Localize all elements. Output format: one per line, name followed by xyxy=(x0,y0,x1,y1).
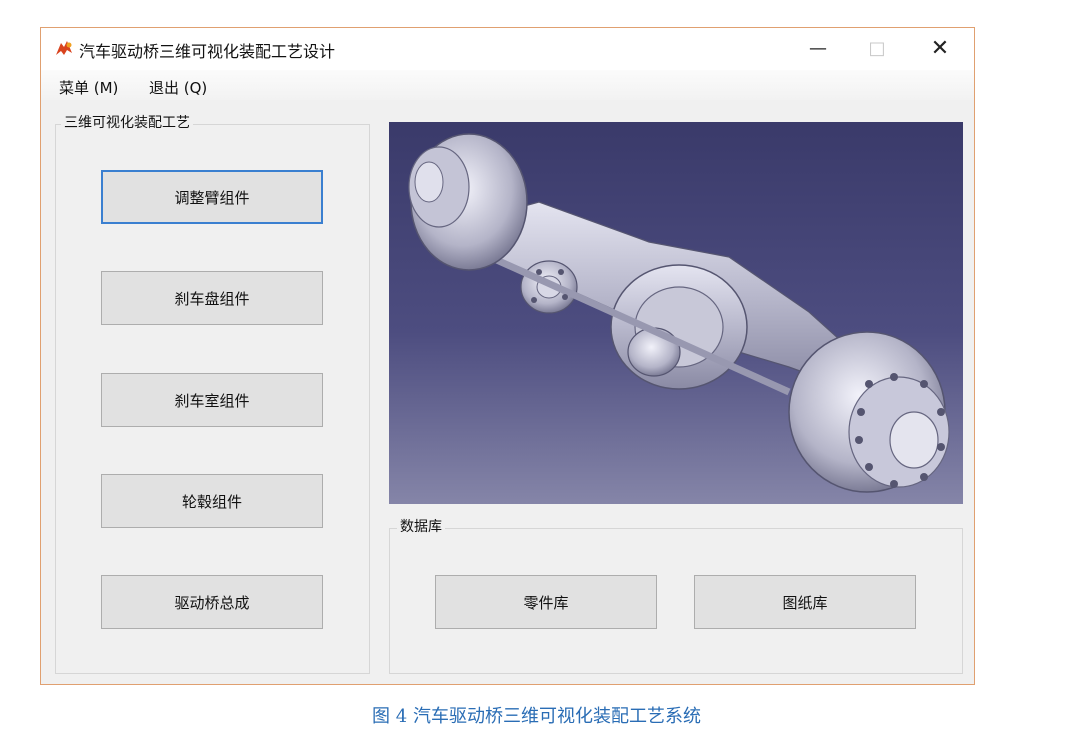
app-logo-icon xyxy=(56,41,72,55)
close-icon: ✕ xyxy=(930,35,950,61)
window-title: 汽车驱动桥三维可视化装配工艺设计 xyxy=(79,42,336,61)
minimize-icon: — xyxy=(809,37,827,59)
maximize-icon: □ xyxy=(868,37,886,59)
minimize-button[interactable]: — xyxy=(795,28,841,68)
maximize-button[interactable]: □ xyxy=(854,28,900,68)
database-group-title: 数据库 xyxy=(397,516,445,536)
brake-chamber-assembly-button[interactable]: 刹车室组件 xyxy=(101,373,323,427)
drive-axle-assembly-button[interactable]: 驱动桥总成 xyxy=(101,575,323,629)
menu-item-menu[interactable]: 菜单 (M) xyxy=(59,77,118,98)
wheel-hub-assembly-button[interactable]: 轮毂组件 xyxy=(101,474,323,528)
brake-disc-assembly-button[interactable]: 刹车盘组件 xyxy=(101,271,323,325)
menu-bar: 菜单 (M) 退出 (Q) xyxy=(41,70,974,100)
app-window: 汽车驱动桥三维可视化装配工艺设计 — □ ✕ 菜单 (M) 退出 (Q) 三维可… xyxy=(40,27,975,685)
title-bar[interactable]: 汽车驱动桥三维可视化装配工艺设计 — □ ✕ xyxy=(41,28,974,70)
parts-library-button[interactable]: 零件库 xyxy=(435,575,657,629)
assembly-process-group-title: 三维可视化装配工艺 xyxy=(61,112,193,132)
drawings-library-button[interactable]: 图纸库 xyxy=(694,575,916,629)
figure-caption: 图 4 汽车驱动桥三维可视化装配工艺系统 xyxy=(372,706,701,727)
drive-axle-model-image xyxy=(408,133,950,493)
close-button[interactable]: ✕ xyxy=(917,28,963,68)
adjusting-arm-assembly-button[interactable]: 调整臂组件 xyxy=(101,170,323,224)
model-viewport[interactable] xyxy=(389,122,963,504)
menu-item-exit[interactable]: 退出 (Q) xyxy=(149,77,207,98)
